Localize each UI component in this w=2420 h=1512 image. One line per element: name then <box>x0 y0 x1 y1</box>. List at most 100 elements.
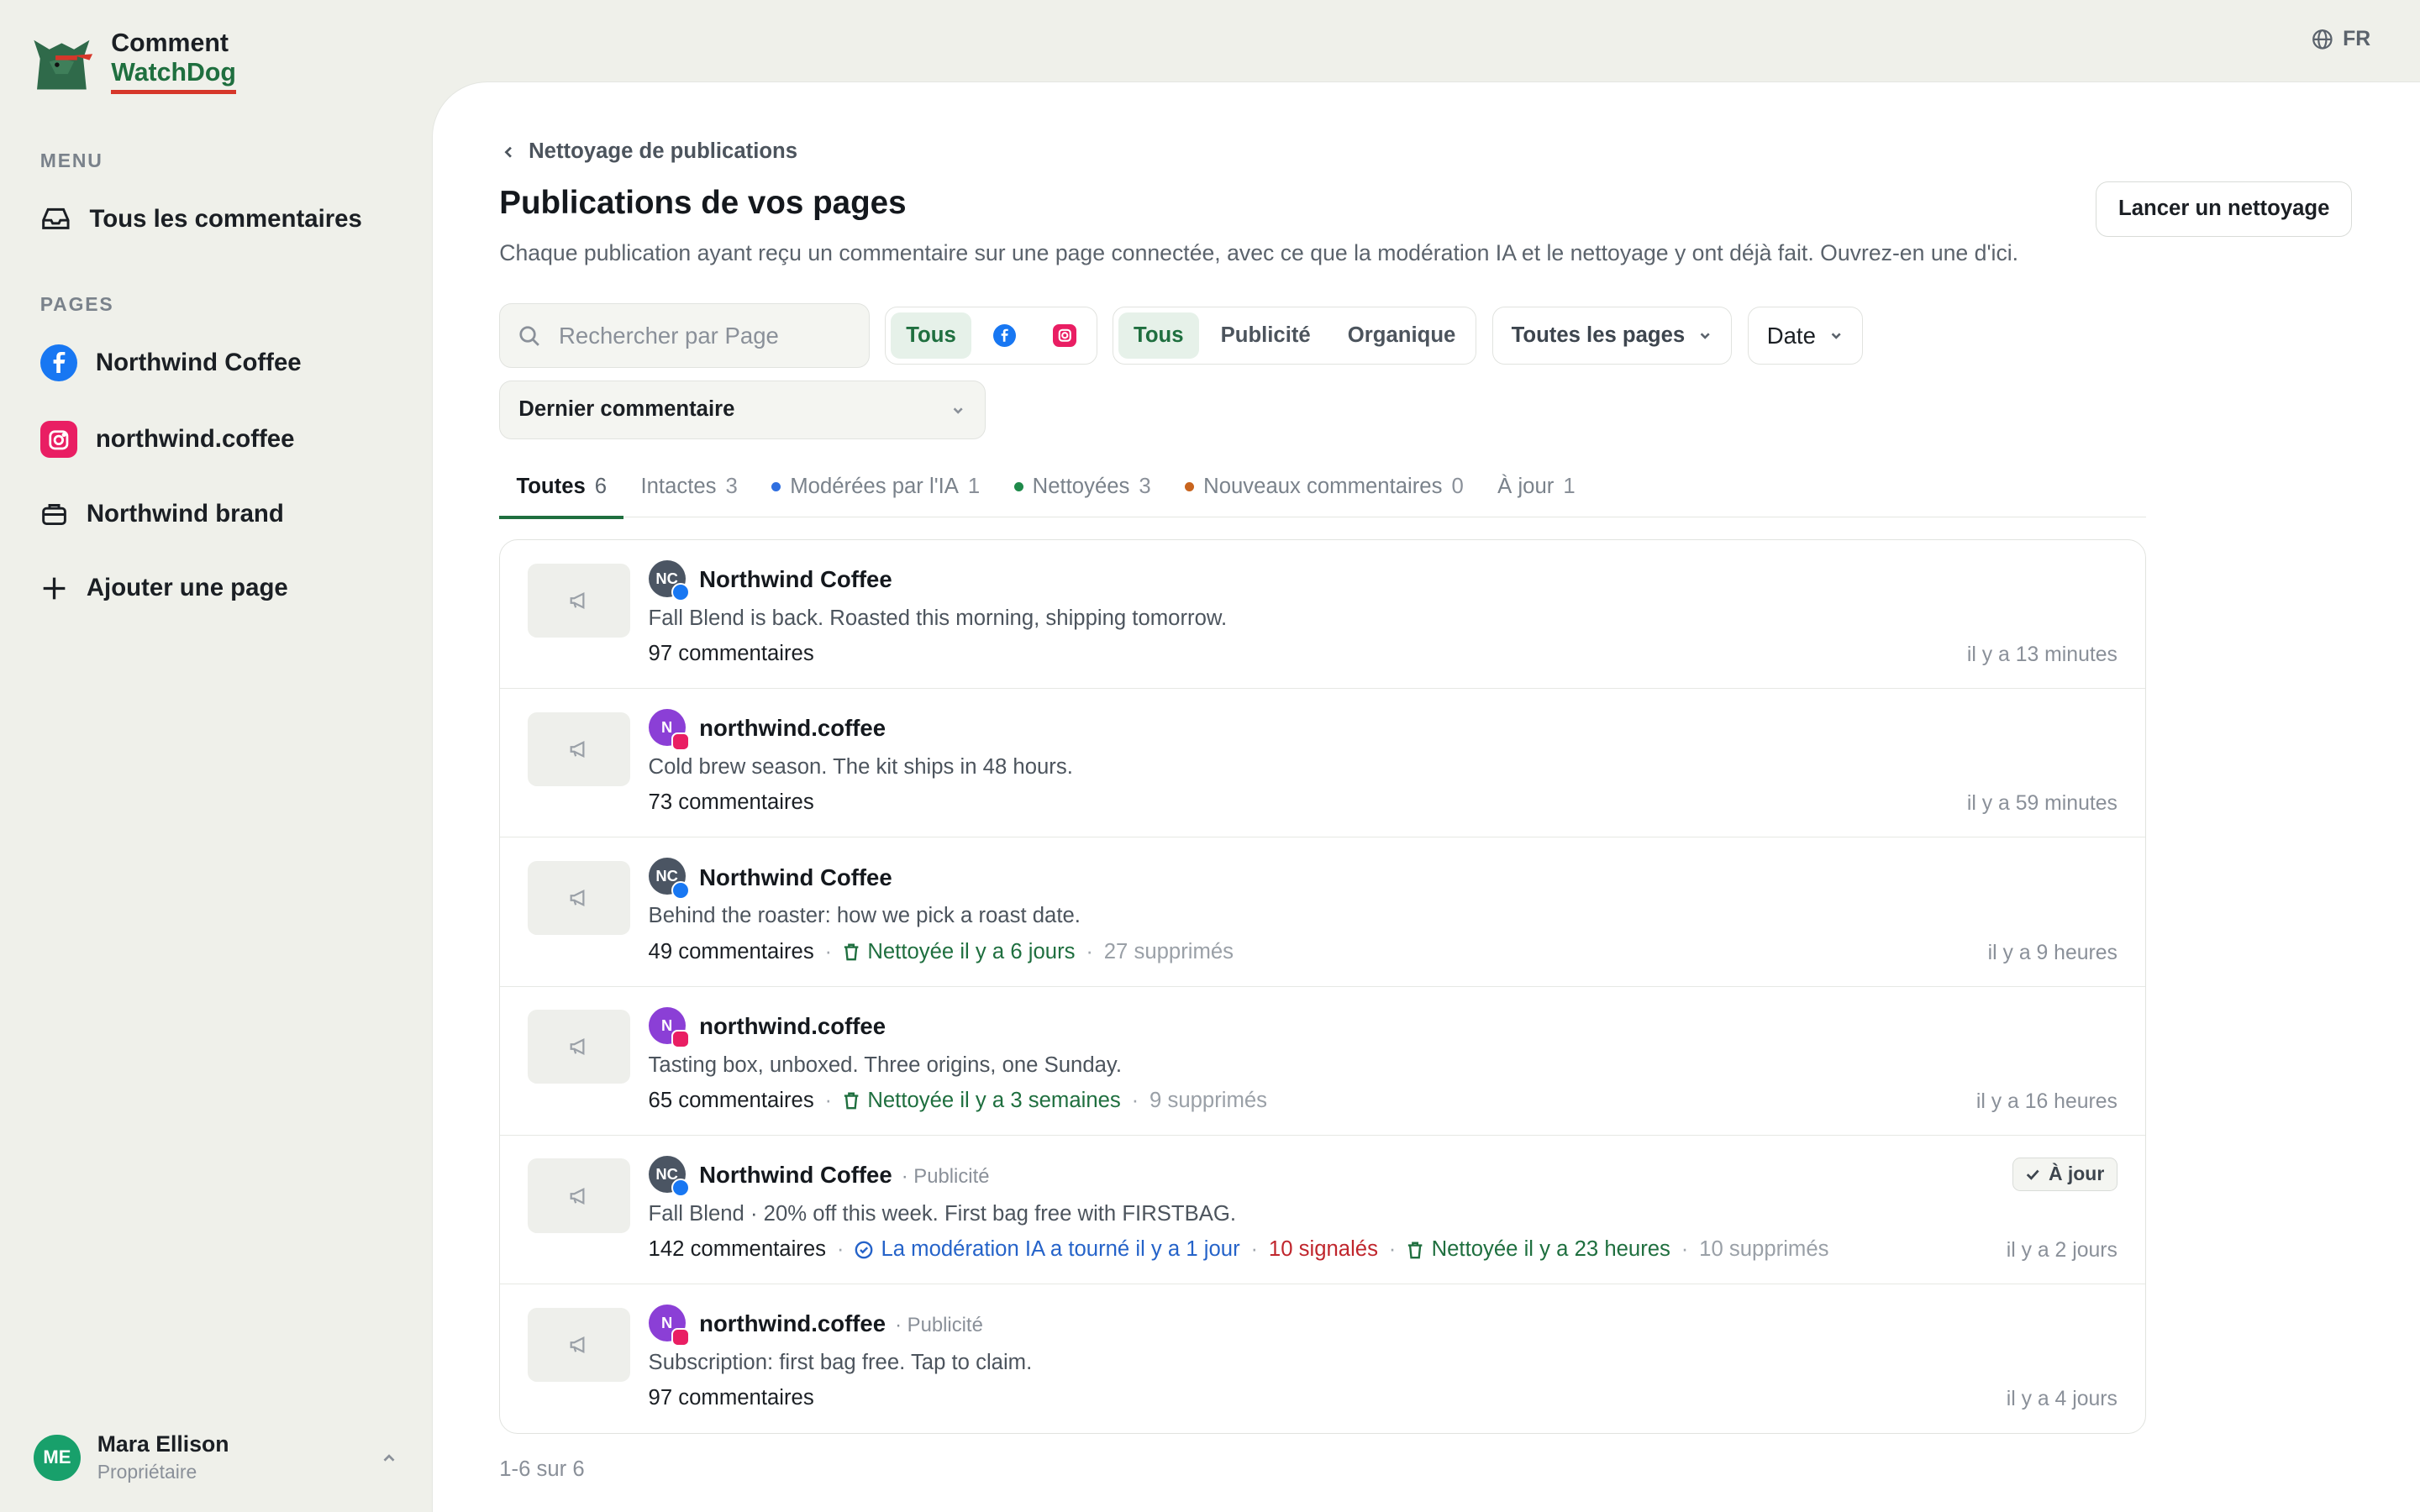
post-thumbnail <box>528 563 630 638</box>
comment-count: 73 commentaires <box>648 790 814 815</box>
post-row[interactable]: Nnorthwind.coffee · Publicité Subscription… <box>500 1284 2145 1433</box>
post-text: Tasting box, unboxed. Three origins, one… <box>648 1053 1123 1077</box>
tab-label: Toutes <box>516 475 586 499</box>
page-avatar-initials: N <box>660 1314 673 1332</box>
breadcrumb[interactable]: Nettoyage de publications <box>501 139 797 164</box>
post-row[interactable]: Nnorthwind.coffee Cold brew season. The k… <box>500 689 2145 838</box>
add-page-label: Ajouter une page <box>86 574 288 602</box>
platform-facebook-option[interactable] <box>977 312 1031 359</box>
post-time: il y a 13 minutes <box>1966 643 2118 667</box>
comment-count: 65 commentaires <box>648 1088 814 1112</box>
post-thumbnail <box>528 1010 630 1084</box>
chevron-down-icon <box>1831 333 1841 340</box>
megaphone-icon <box>570 1336 585 1353</box>
sidebar-item-northwind-coffee[interactable]: Northwind Coffee <box>39 344 302 381</box>
type-all-option[interactable]: Tous <box>1118 312 1199 360</box>
post-thumbnail <box>528 1158 630 1233</box>
trash-icon <box>1408 1242 1423 1259</box>
status-dot-icon <box>1185 482 1195 492</box>
chevron-down-icon <box>1700 333 1710 340</box>
post-time: il y a 4 jours <box>2006 1388 2118 1411</box>
chevron-left-icon <box>504 146 512 158</box>
search-icon <box>519 326 540 346</box>
page-avatar: N <box>648 1305 691 1347</box>
sidebar-item-northwind-brand[interactable]: Northwind brand <box>40 500 284 528</box>
post-meta: 65 commentaires · Nettoyée il y a 3 semain… <box>649 1089 1267 1113</box>
tab-4[interactable]: Nouveaux commentaires 0 <box>1168 456 1481 517</box>
megaphone-icon <box>570 1038 585 1056</box>
type-filter: Tous Publicité Organique <box>1113 306 1477 365</box>
post-text: Fall Blend is back. Roasted this morning… <box>648 606 1228 630</box>
tab-2[interactable]: Modérées par l'IA 1 <box>755 456 997 517</box>
instagram-badge-icon <box>671 1030 691 1049</box>
type-ad-option[interactable]: Publicité <box>1205 312 1326 359</box>
tab-0[interactable]: Toutes 6 <box>499 456 623 520</box>
post-thumbnail <box>528 1307 630 1382</box>
post-page-name: northwind.coffee <box>699 1013 886 1040</box>
tab-count: 3 <box>1139 475 1151 499</box>
tab-count: 1 <box>967 475 981 499</box>
brand-logo[interactable]: Comment WatchDog <box>28 28 236 96</box>
megaphone-icon <box>570 890 585 907</box>
post-text: Subscription: first bag free. Tap to cla… <box>648 1351 1033 1375</box>
status-dot-icon <box>1013 482 1023 492</box>
language-switcher[interactable]: FR <box>2312 28 2370 51</box>
inbox-icon <box>41 208 70 230</box>
post-row[interactable]: Nnorthwind.coffee Tasting box, unboxed. T… <box>500 987 2145 1136</box>
post-page-name: northwind.coffee <box>699 715 886 742</box>
search-input[interactable]: Rechercher par Page <box>499 302 871 369</box>
brand-line2: WatchDog <box>111 59 236 94</box>
post-time: il y a 59 minutes <box>1966 792 2118 816</box>
comment-count: 142 commentaires <box>648 1237 826 1262</box>
up-to-date-badge: À jour <box>2012 1157 2118 1192</box>
platform-filter: Tous <box>885 306 1097 365</box>
post-page-name: northwind.coffee · Publicité <box>699 1310 983 1337</box>
tab-label: À jour <box>1497 475 1555 499</box>
post-row[interactable]: NC Northwind Coffee Fall Blend is back. Ro… <box>500 540 2145 690</box>
instagram-badge-icon <box>671 732 691 751</box>
facebook-badge-icon <box>671 1179 691 1198</box>
separator: · <box>824 939 833 963</box>
separator: · <box>1131 1088 1139 1112</box>
user-menu[interactable]: ME Mara Ellison Propriétaire <box>34 1431 397 1483</box>
facebook-icon <box>39 344 77 381</box>
tab-3[interactable]: Nettoyées 3 <box>997 456 1167 517</box>
post-row[interactable]: NC Northwind Coffee · Publicité Fall Blend … <box>500 1136 2145 1285</box>
type-organic-option[interactable]: Organique <box>1332 312 1470 359</box>
cleanup-status: Nettoyée il y a 6 jours <box>843 940 1075 964</box>
deleted-count: 9 supprimés <box>1150 1088 1268 1112</box>
sidebar-item-label: Northwind brand <box>86 500 284 528</box>
trash-icon <box>844 943 859 961</box>
deleted-count: 10 supprimés <box>1699 1237 1829 1262</box>
facebook-icon <box>992 323 1017 348</box>
platform-instagram-option[interactable] <box>1038 312 1092 359</box>
post-time: il y a 2 jours <box>2006 1238 2118 1262</box>
page-subtitle: Chaque publication ayant reçu un comment… <box>499 239 2019 265</box>
sort-select[interactable]: Dernier commentaire <box>499 380 986 439</box>
page-name: Northwind Coffee <box>699 864 892 890</box>
sidebar-item-northwind-coffee-ig[interactable]: northwind.coffee <box>39 421 295 459</box>
post-page-name: Northwind Coffee <box>699 566 892 593</box>
post-row[interactable]: NC Northwind Coffee Behind the roaster: ho… <box>500 837 2145 987</box>
chevron-down-icon <box>954 407 964 414</box>
add-page-button[interactable]: Ajouter une page <box>40 574 288 602</box>
post-thumbnail <box>528 861 630 936</box>
tab-1[interactable]: Intactes 3 <box>623 456 755 517</box>
post-time: il y a 9 heures <box>1987 941 2118 964</box>
tab-5[interactable]: À jour 1 <box>1481 456 1592 517</box>
post-text: Cold brew season. The kit ships in 48 ho… <box>648 755 1073 780</box>
pages-dropdown[interactable]: Toutes les pages <box>1491 306 1733 365</box>
comment-count: 49 commentaires <box>648 939 814 963</box>
date-dropdown[interactable]: Date <box>1747 306 1863 365</box>
facebook-badge-icon <box>671 583 691 602</box>
ai-check-icon <box>855 1241 873 1259</box>
flagged-count: 10 signalés <box>1268 1237 1378 1262</box>
sidebar-item-all-comments[interactable]: Tous les commentaires <box>40 203 362 234</box>
post-meta: 73 commentaires <box>649 790 814 815</box>
platform-all-option[interactable]: Tous <box>890 312 972 360</box>
sidebar-item-label: northwind.coffee <box>95 425 295 454</box>
status-badge: À jour <box>2048 1163 2105 1185</box>
post-page-name: Northwind Coffee · Publicité <box>699 1162 989 1189</box>
separator: · <box>836 1237 844 1262</box>
launch-cleanup-button[interactable]: Lancer un nettoyage <box>2096 181 2353 237</box>
